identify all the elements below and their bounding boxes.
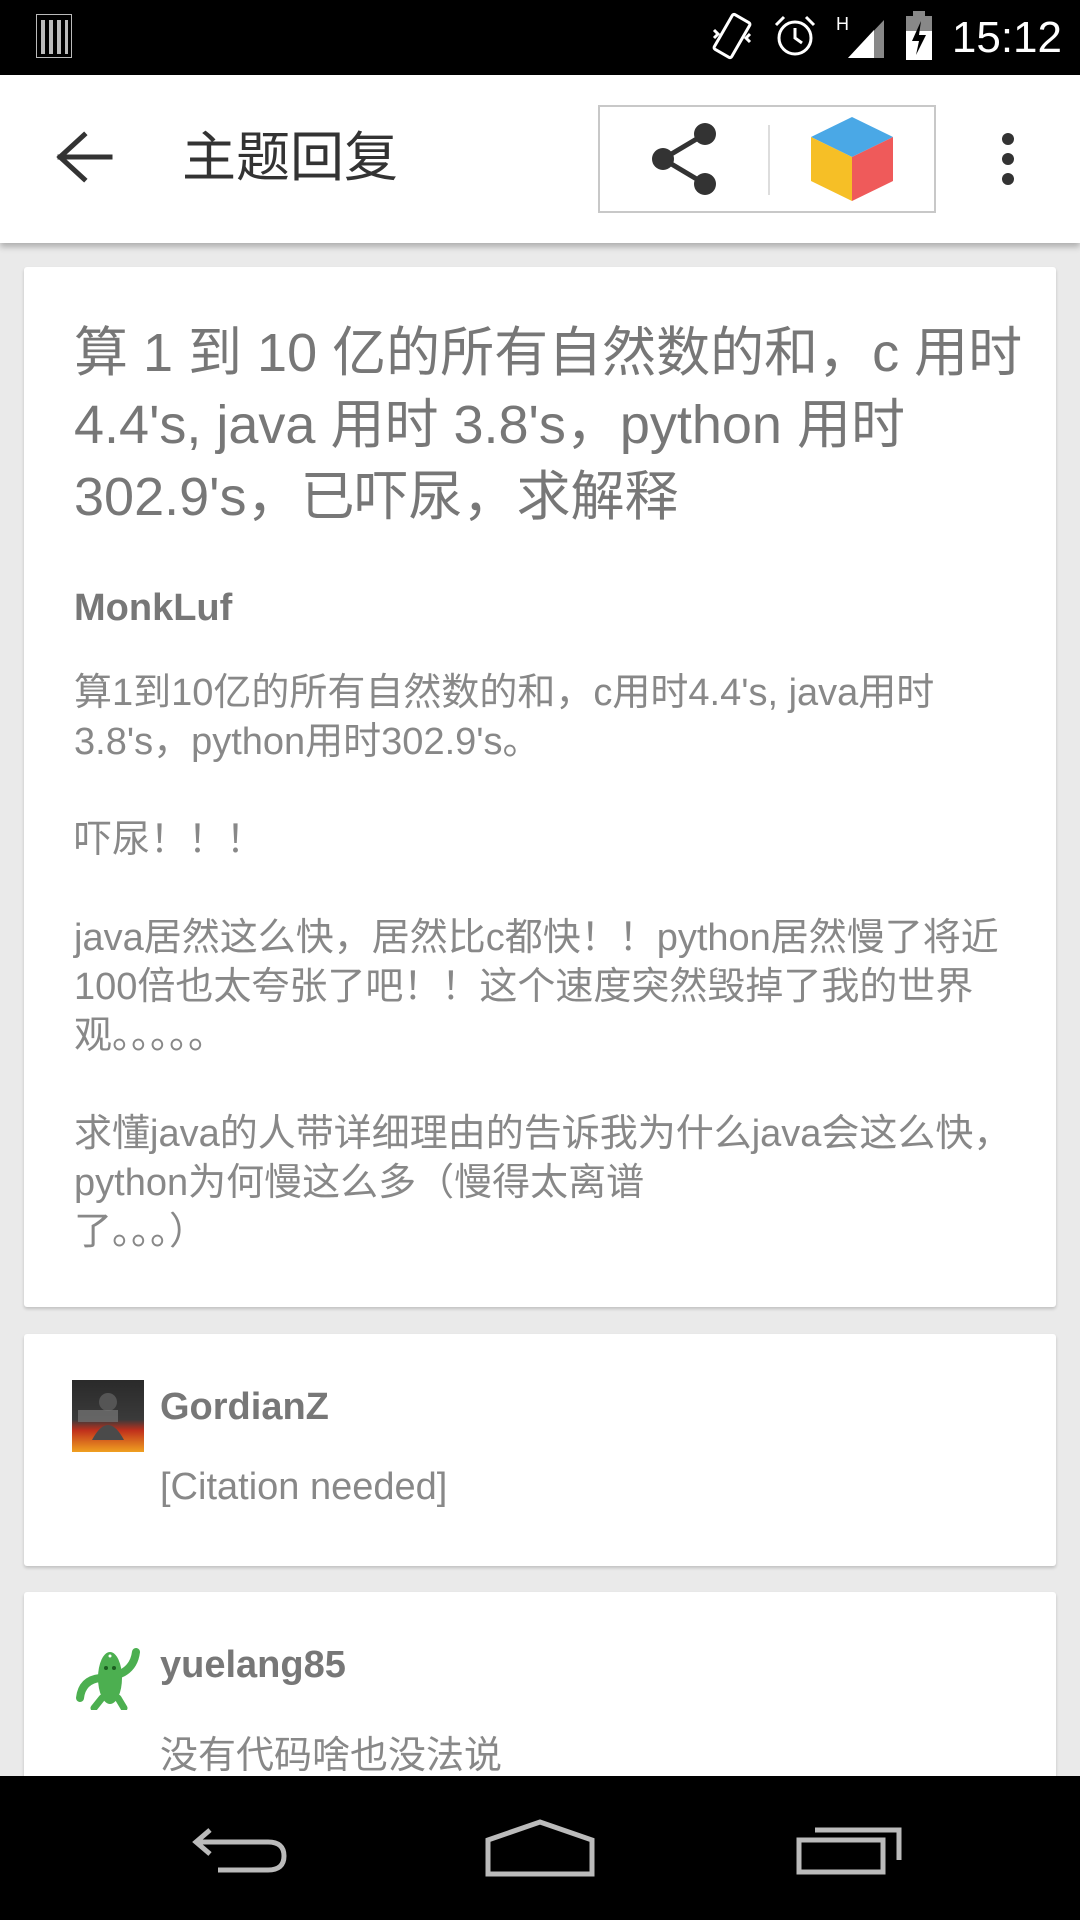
back-button[interactable] bbox=[50, 127, 120, 187]
app-bar: 主题回复 bbox=[0, 75, 1080, 243]
recents-nav-icon bbox=[796, 1827, 902, 1875]
reply-text: 没有代码啥也没法说 bbox=[160, 1735, 503, 1776]
action-group bbox=[598, 105, 936, 213]
overflow-menu-icon bbox=[1002, 133, 1014, 185]
reply-author[interactable]: GordianZ bbox=[160, 1386, 329, 1429]
signal-icon: H bbox=[836, 12, 886, 64]
app-cube-button[interactable] bbox=[770, 107, 934, 211]
post-paragraph: 求懂java的人带详细理由的告诉我为什么java会这么快，python为何慢这么… bbox=[74, 1113, 1012, 1253]
battery-charging-icon bbox=[904, 10, 934, 65]
reply-card[interactable]: GordianZ [Citation needed] bbox=[24, 1334, 1056, 1566]
share-icon bbox=[652, 123, 716, 195]
post-body: 算1到10亿的所有自然数的和，c用时4.4's, java用时3.8's，pyt… bbox=[74, 669, 1024, 1306]
nav-home-button[interactable] bbox=[470, 1806, 610, 1890]
share-button[interactable] bbox=[600, 107, 768, 211]
post-author[interactable]: MonkLuf bbox=[74, 587, 232, 630]
post-paragraph: 吓尿！！！ bbox=[74, 819, 265, 861]
post-card: 算 1 到 10 亿的所有自然数的和，c 用时 4.4's, java 用时 3… bbox=[24, 267, 1056, 1307]
back-nav-icon bbox=[192, 1828, 287, 1873]
navigation-bar bbox=[0, 1776, 1080, 1920]
vibrate-icon bbox=[710, 12, 754, 64]
alarm-icon bbox=[772, 13, 818, 63]
reply-text: [Citation needed] bbox=[160, 1466, 448, 1508]
content-scroll-area[interactable]: 算 1 到 10 亿的所有自然数的和，c 用时 4.4's, java 用时 3… bbox=[0, 243, 1080, 1776]
post-paragraph: 算1到10亿的所有自然数的和，c用时4.4's, java用时3.8's，pyt… bbox=[74, 672, 935, 763]
page-title: 主题回复 bbox=[182, 126, 398, 189]
post-title: 算 1 到 10 亿的所有自然数的和，c 用时 4.4's, java 用时 3… bbox=[74, 323, 1023, 527]
status-bar: H 15:12 bbox=[0, 0, 1080, 75]
post-paragraph: java居然这么快，居然比c都快！！python居然慢了将近100倍也太夸张了吧… bbox=[74, 917, 999, 1057]
back-arrow-icon bbox=[56, 131, 113, 183]
cars-game-avatar[interactable] bbox=[72, 1380, 144, 1452]
overflow-menu-button[interactable] bbox=[980, 127, 1036, 191]
svg-text:H: H bbox=[836, 14, 849, 34]
notification-icon bbox=[35, 13, 73, 62]
nav-recents-button[interactable] bbox=[780, 1806, 920, 1890]
reply-author[interactable]: yuelang85 bbox=[160, 1644, 346, 1687]
nav-back-button[interactable] bbox=[170, 1806, 310, 1890]
home-nav-icon bbox=[485, 1819, 595, 1877]
reply-card[interactable]: yuelang85 没有代码啥也没法说 bbox=[24, 1592, 1056, 1776]
status-time: 15:12 bbox=[951, 12, 1062, 62]
cactus-avatar[interactable] bbox=[72, 1638, 144, 1712]
cube-icon bbox=[811, 117, 893, 201]
